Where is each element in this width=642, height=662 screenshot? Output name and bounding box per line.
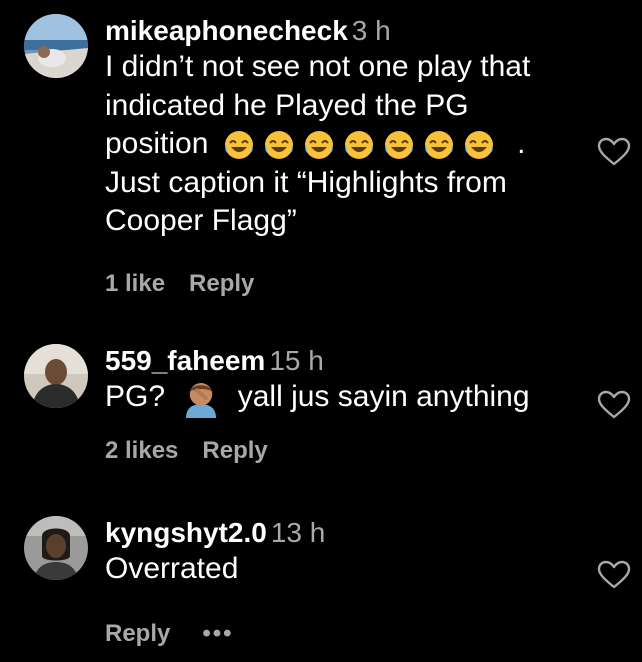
heart-icon[interactable] [597,137,631,167]
trailing-period: . [517,127,526,160]
laughing-emoji-icon [304,131,333,160]
heart-icon[interactable] [597,390,631,420]
comment-header: kyngshyt2.0 13 h [105,516,575,550]
avatar[interactable] [24,344,88,408]
heart-icon[interactable] [597,560,631,590]
laughing-emoji-icon [384,131,413,160]
comment-actions: Reply ••• [105,619,575,649]
username[interactable]: kyngshyt2.0 [105,517,267,548]
comment: 559_faheem 15 h PG? yall jus sayin anythi… [0,338,642,478]
reply-button[interactable]: Reply [202,437,267,464]
username[interactable]: 559_faheem [105,345,265,376]
reply-button[interactable]: Reply [189,270,254,297]
laughing-emoji-icon [224,131,253,160]
comment-line: Just caption it “Highlights from [105,165,507,199]
comment-text-part: PG? [105,380,166,413]
comment-line: I didn’t not see not one play that [105,50,531,83]
timestamp: 3 h [351,15,391,46]
laughing-emoji-icon [264,131,293,160]
facepalm-emoji-icon [186,383,217,419]
timestamp: 13 h [270,517,326,548]
comment-actions: 1 like Reply [105,269,575,299]
more-options-icon[interactable]: ••• [202,620,233,647]
emoji-group [223,129,495,161]
avatar[interactable] [24,14,88,78]
comment-header: 559_faheem 15 h [105,344,575,378]
comment: mikeaphonecheck 3 h I didn’t not see not … [0,0,642,320]
comment-line: position [105,127,209,160]
comment: kyngshyt2.0 13 h Overrated Reply ••• [0,510,642,662]
username[interactable]: mikeaphonecheck [105,15,348,46]
comment-text: Overrated [105,552,239,585]
like-count[interactable]: 1 like [105,270,165,297]
laughing-emoji-icon [424,131,453,160]
comment-actions: 2 likes Reply [105,436,575,466]
like-count[interactable]: 2 likes [105,437,178,464]
comment-text: PG? yall jus sayin anything [105,378,575,419]
laughing-emoji-icon [464,131,493,160]
comment-line: indicated he Played the PG [105,88,469,122]
comment-text: I didn’t not see not one play that indic… [105,48,575,241]
reply-button[interactable]: Reply [105,620,170,647]
comment-line-with-emoji: position . [105,125,575,164]
comment-header: mikeaphonecheck 3 h [105,14,575,48]
comment-line: Cooper Flagg” [105,204,297,237]
comment-text-part: yall jus sayin anything [237,380,530,413]
laughing-emoji-icon [344,131,373,160]
timestamp: 15 h [269,345,324,376]
avatar[interactable] [24,516,88,580]
